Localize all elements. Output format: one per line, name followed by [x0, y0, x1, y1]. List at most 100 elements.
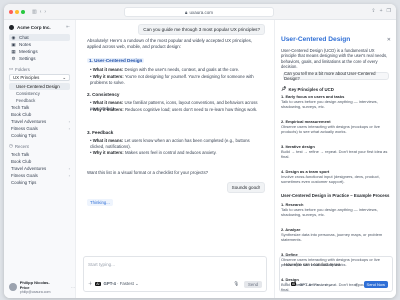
sidebar-item-meetings[interactable]: ▦ Meetings — [9, 48, 70, 55]
recent-list: Tech Talk Book Club Travel Adventures › Fitn… — [9, 151, 70, 186]
assistant-intro: Absolutely! Here's a rundown of the most… — [87, 38, 253, 49]
model-selector[interactable]: GPT-4 · Fastest ⌄ — [299, 282, 332, 287]
model-selector[interactable]: GPT-4 · Fastest ⌄ — [104, 281, 139, 287]
list-item-label: Tech Talk — [11, 105, 30, 110]
avatar — [9, 283, 17, 291]
process-title: User-Centered Design in Practice – Examp… — [281, 193, 390, 198]
list-item-label: Fitness Goals — [11, 173, 38, 178]
share-icon[interactable]: ⇪ — [371, 8, 375, 14]
list-item-label: User-Centered Design — [16, 84, 60, 89]
chevron-right-icon: › — [68, 166, 70, 171]
close-window-dot[interactable] — [9, 9, 13, 14]
chevron-right-icon: › — [68, 119, 70, 124]
list-item-label: Book Club — [11, 112, 32, 117]
collapse-sidebar-icon[interactable]: ⇤ — [66, 24, 70, 30]
chat-composer: ＋ AI GPT-4 · Fastest ⌄ 🎙︎ Send — [83, 256, 267, 292]
section-why: • Why it matters: You're not designing f… — [90, 74, 254, 85]
new-tab-icon[interactable]: + — [380, 8, 383, 14]
sidebar-item-settings[interactable]: ⚙ Settings — [9, 55, 70, 62]
section-what: • What it means: Design with the user's … — [90, 67, 240, 72]
browser-window: ▥ ‹ › 🔒︎ uxaura.com ⇪ + ❐ Acme Corp Inc.… — [4, 4, 396, 298]
list-item-label: Book Club — [11, 159, 32, 164]
list-item-label: Travel Adventures — [11, 166, 47, 171]
sidebar: Acme Corp Inc. ⇤ ◉ Chat ▣ Notes ▦ Meetings ⚙ Se… — [4, 20, 76, 298]
more-icon[interactable]: ⋯ — [71, 285, 75, 290]
workspace-switcher[interactable]: Acme Corp Inc. ⇤ — [9, 24, 70, 30]
send-now-button[interactable]: Send Now — [363, 280, 388, 288]
attach-icon[interactable]: ＋ — [284, 281, 288, 287]
sidebar-item-notes[interactable]: ▣ Notes — [9, 41, 70, 48]
list-item-desc: Synthesize data into personas, journey m… — [281, 232, 383, 242]
list-item[interactable]: Book Club — [9, 158, 70, 165]
chevron-down-icon: ⌄ — [62, 74, 66, 80]
panel-message-input[interactable] — [284, 260, 388, 268]
browser-titlebar: ▥ ‹ › 🔒︎ uxaura.com ⇪ + ❐ — [4, 4, 396, 20]
list-item[interactable]: Cooking Tips — [9, 132, 70, 139]
list-item-label: Tech Talk — [11, 152, 30, 157]
list-item-label: Cooking Tips — [11, 133, 37, 138]
list-item: 2. Analyze Synthesize data into personas,… — [281, 227, 391, 242]
model-badge-icon: AI — [291, 282, 297, 286]
eye-icon[interactable]: ◎ — [355, 282, 359, 287]
close-icon[interactable]: ✕ — [387, 37, 391, 43]
user-message: Can you guide me through 3 most popular … — [138, 24, 265, 35]
list-item: 4. Design as a team sport Involve cross-f… — [281, 169, 391, 184]
clock-icon: ◷ — [9, 143, 13, 148]
list-item[interactable]: Consistency — [9, 90, 70, 97]
list-item-desc: Build → test → refine → repeat. Don't tr… — [281, 149, 388, 159]
detail-panel: User-Centered Design ✕ User-Centered Des… — [274, 20, 396, 298]
sidebar-item-label: Settings — [19, 56, 36, 61]
folders-section-label: ▭ Folders — [9, 66, 30, 72]
model-badge-icon: AI — [95, 282, 101, 286]
lock-icon: 🔒︎ — [185, 9, 188, 15]
list-item-label: Travel Adventures — [11, 119, 47, 124]
list-item[interactable]: Tech Talk — [9, 151, 70, 158]
list-item[interactable]: Fitness Goals › — [9, 125, 70, 132]
section-what: • What it means: Let users know when an … — [90, 138, 250, 149]
tabs-overview-icon[interactable]: ❐ — [387, 8, 391, 14]
maximize-window-dot[interactable] — [21, 9, 25, 14]
attach-icon[interactable]: ＋ — [88, 281, 92, 287]
list-item[interactable]: Travel Adventures › — [9, 118, 70, 125]
assistant-followup: Want this list in a visual format or a c… — [87, 170, 209, 175]
message-input[interactable] — [88, 260, 258, 268]
folder-select[interactable]: UX Principles ⌄ — [9, 74, 70, 81]
section-title: 2. Consistency — [87, 92, 120, 97]
list-item[interactable]: Travel Adventures › — [9, 165, 70, 172]
list-item[interactable]: Cooking Tips — [9, 179, 70, 186]
list-item-desc: Observe users interacting with designs (… — [281, 124, 380, 134]
list-item[interactable]: Feedback — [9, 97, 70, 104]
list-item[interactable]: User-Centered Design — [9, 83, 70, 90]
forward-arrow-icon[interactable]: › — [44, 9, 46, 15]
sidebar-toggle-icon[interactable]: ▥ — [32, 9, 37, 15]
list-item-desc: Talk to users before you design anything… — [281, 207, 378, 217]
pin-icon: 📌︎ — [281, 86, 287, 91]
send-button[interactable]: Send — [243, 280, 262, 288]
folder-list: User-Centered Design Consistency Feedback T… — [9, 83, 70, 139]
user-profile[interactable]: Philipp Nicolas-Price philip@uxaura.com … — [9, 280, 75, 294]
list-item[interactable]: Fitness Goals › — [9, 172, 70, 179]
chevron-right-icon: › — [68, 126, 70, 131]
list-item[interactable]: Tech Talk — [9, 104, 70, 111]
meetings-icon: ▦ — [11, 48, 16, 54]
minimize-window-dot[interactable] — [15, 9, 19, 14]
key-principles-title: 📌︎ Key Principles of UCD — [281, 86, 334, 92]
back-arrow-icon[interactable]: ‹ — [40, 9, 42, 15]
user-name: Philipp Nicolas-Price — [19, 280, 50, 290]
folder-icon: ▭ — [9, 66, 14, 71]
chat-area: Can you guide me through 3 most popular … — [77, 20, 273, 298]
user-message: Sounds good! — [226, 182, 265, 193]
notes-icon: ▣ — [11, 41, 16, 47]
recent-section-label: ◷ Recent — [9, 143, 29, 149]
address-bar[interactable]: 🔒︎ uxaura.com — [124, 7, 274, 17]
chat-icon: ◉ — [11, 34, 16, 40]
mic-icon[interactable]: 🎙︎ — [233, 281, 238, 287]
sidebar-item-label: Chat — [19, 35, 29, 40]
panel-title: User-Centered Design — [281, 36, 351, 43]
list-item[interactable]: Book Club — [9, 111, 70, 118]
chat-messages: Can you guide me through 3 most popular … — [77, 20, 273, 248]
main-nav: ◉ Chat ▣ Notes ▦ Meetings ⚙ Settings — [9, 34, 70, 62]
sidebar-item-label: Notes — [19, 42, 32, 47]
sidebar-item-chat[interactable]: ◉ Chat — [9, 34, 70, 41]
panel-user-question: Can you tell me a bit more about User-Ce… — [283, 71, 389, 81]
